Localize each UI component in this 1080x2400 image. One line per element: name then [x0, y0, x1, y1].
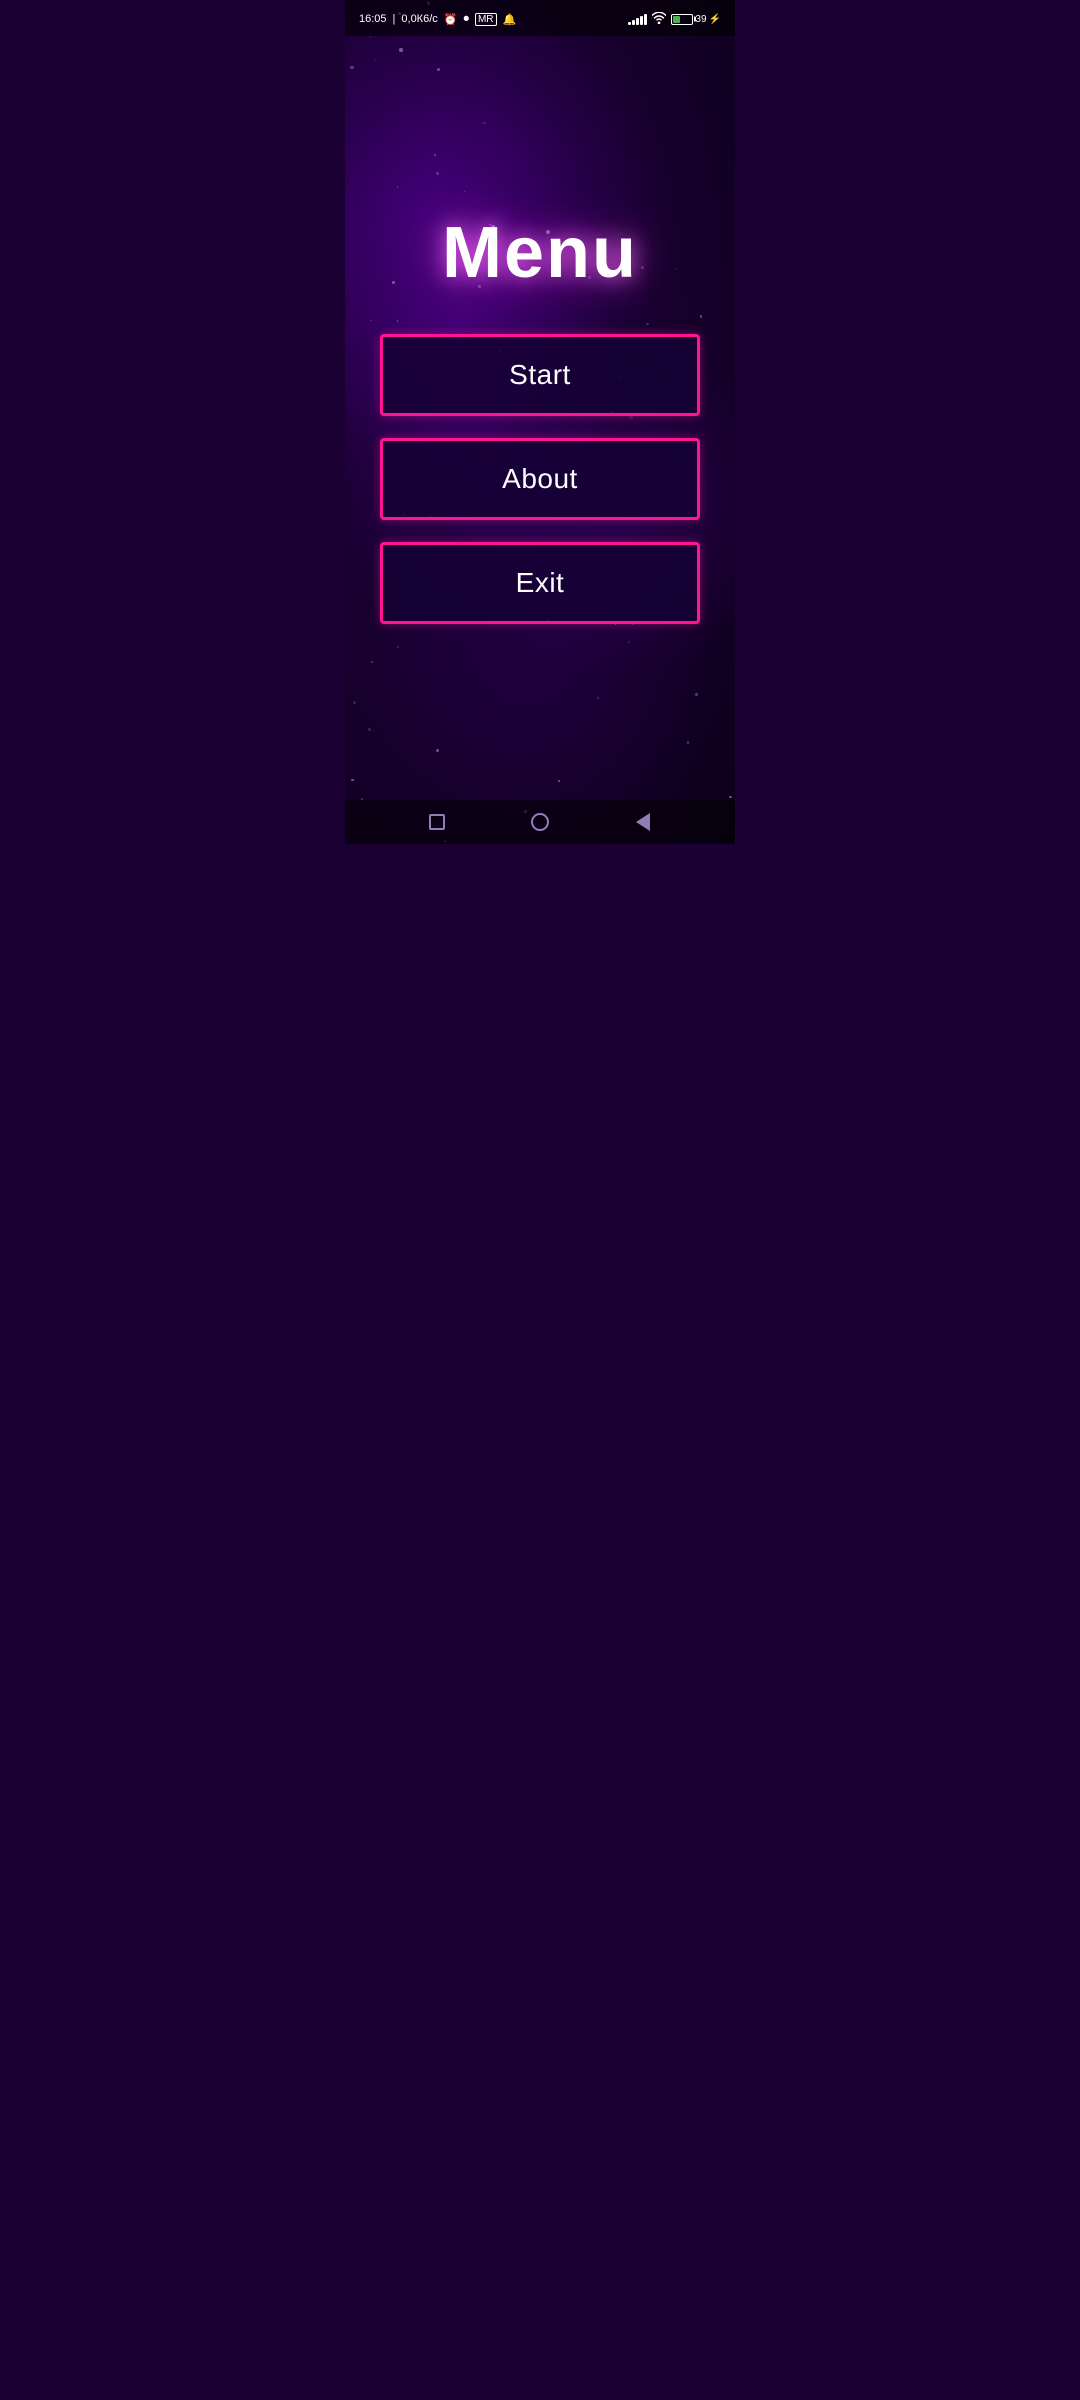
status-left: 16:05 | 0,0К6/с ⏰ ⏺ MR 🔔 — [359, 13, 516, 26]
start-button[interactable]: Start — [380, 334, 700, 416]
back-icon — [636, 813, 650, 831]
battery-container: 39 ⚡ — [671, 14, 721, 25]
nav-bar — [345, 800, 735, 844]
exit-button[interactable]: Exit — [380, 542, 700, 624]
time-display: 16:05 — [359, 13, 387, 25]
signal-bar-2 — [632, 20, 635, 25]
status-bar: 16:05 | 0,0К6/с ⏰ ⏺ MR 🔔 39 — [345, 0, 735, 36]
about-button[interactable]: About — [380, 438, 700, 520]
signal-bars — [628, 13, 647, 25]
battery-percent: 39 — [695, 14, 706, 25]
signal-bar-1 — [628, 22, 631, 25]
main-content: Menu Start About Exit — [345, 36, 735, 800]
home-icon — [531, 813, 549, 831]
signal-bar-3 — [636, 18, 639, 25]
menu-buttons: Start About Exit — [380, 334, 700, 624]
recent-apps-icon — [429, 814, 445, 830]
signal-bar-5 — [644, 14, 647, 25]
home-button[interactable] — [524, 806, 556, 838]
separator: | — [393, 13, 396, 25]
alarm-icon: ⏰ — [444, 13, 458, 26]
back-button[interactable] — [627, 806, 659, 838]
battery-fill — [673, 16, 680, 23]
status-right: 39 ⚡ — [628, 12, 721, 27]
notification-icon: 🔔 — [503, 13, 517, 26]
battery-icon — [671, 14, 693, 25]
media-icon: ⏺ — [463, 13, 469, 26]
mr-icon: MR — [475, 13, 497, 26]
menu-title: Menu — [442, 212, 638, 294]
signal-bar-4 — [640, 16, 643, 25]
charging-icon: ⚡ — [709, 14, 721, 25]
recent-apps-button[interactable] — [421, 806, 453, 838]
wifi-icon — [652, 12, 666, 27]
data-speed: 0,0К6/с — [401, 13, 437, 25]
